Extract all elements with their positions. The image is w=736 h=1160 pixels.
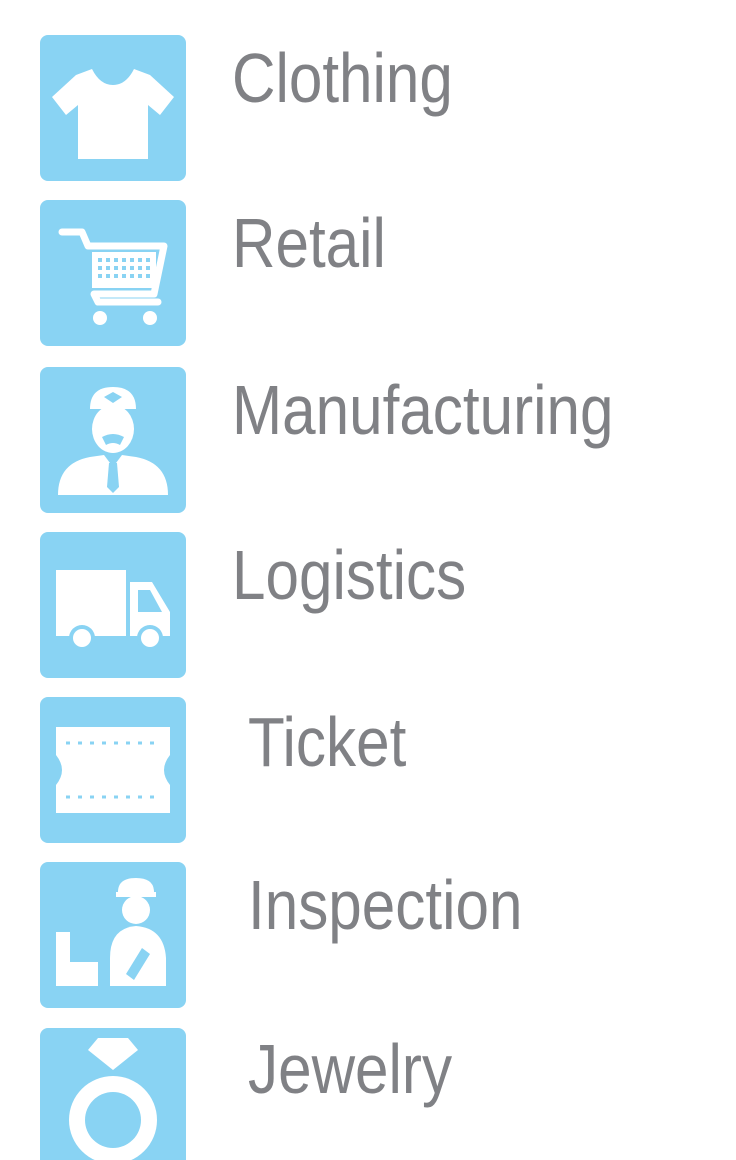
jewelry-tile: [40, 1028, 186, 1160]
truck-icon: [56, 570, 170, 651]
item-label-clothing: Clothing: [232, 39, 453, 117]
retail-tile: [40, 200, 186, 346]
industry-list: Clothing Retail Manufacturing Logistics …: [0, 0, 736, 1160]
list-item-manufacturing: Manufacturing: [0, 367, 736, 517]
list-item-clothing: Clothing: [0, 35, 736, 185]
manufacturing-tile: [40, 367, 186, 513]
list-item-ticket: Ticket: [0, 697, 736, 847]
ring-icon: [69, 1038, 157, 1160]
item-label-ticket: Ticket: [248, 703, 407, 781]
clothing-tile: [40, 35, 186, 181]
list-item-logistics: Logistics: [0, 532, 736, 682]
inspection-tile: [40, 862, 186, 1008]
list-item-jewelry: Jewelry: [0, 1028, 736, 1160]
inspector-icon: [56, 878, 166, 986]
item-label-retail: Retail: [232, 204, 386, 282]
worker-icon: [58, 387, 168, 495]
item-label-jewelry: Jewelry: [248, 1030, 453, 1108]
logistics-tile: [40, 532, 186, 678]
ticket-icon: [56, 727, 170, 813]
list-item-retail: Retail: [0, 200, 736, 350]
tshirt-icon: [52, 69, 174, 159]
item-label-logistics: Logistics: [232, 536, 467, 614]
item-label-inspection: Inspection: [248, 866, 523, 944]
ticket-tile: [40, 697, 186, 843]
list-item-inspection: Inspection: [0, 862, 736, 1012]
item-label-manufacturing: Manufacturing: [232, 371, 614, 449]
shopping-cart-icon: [58, 228, 168, 325]
